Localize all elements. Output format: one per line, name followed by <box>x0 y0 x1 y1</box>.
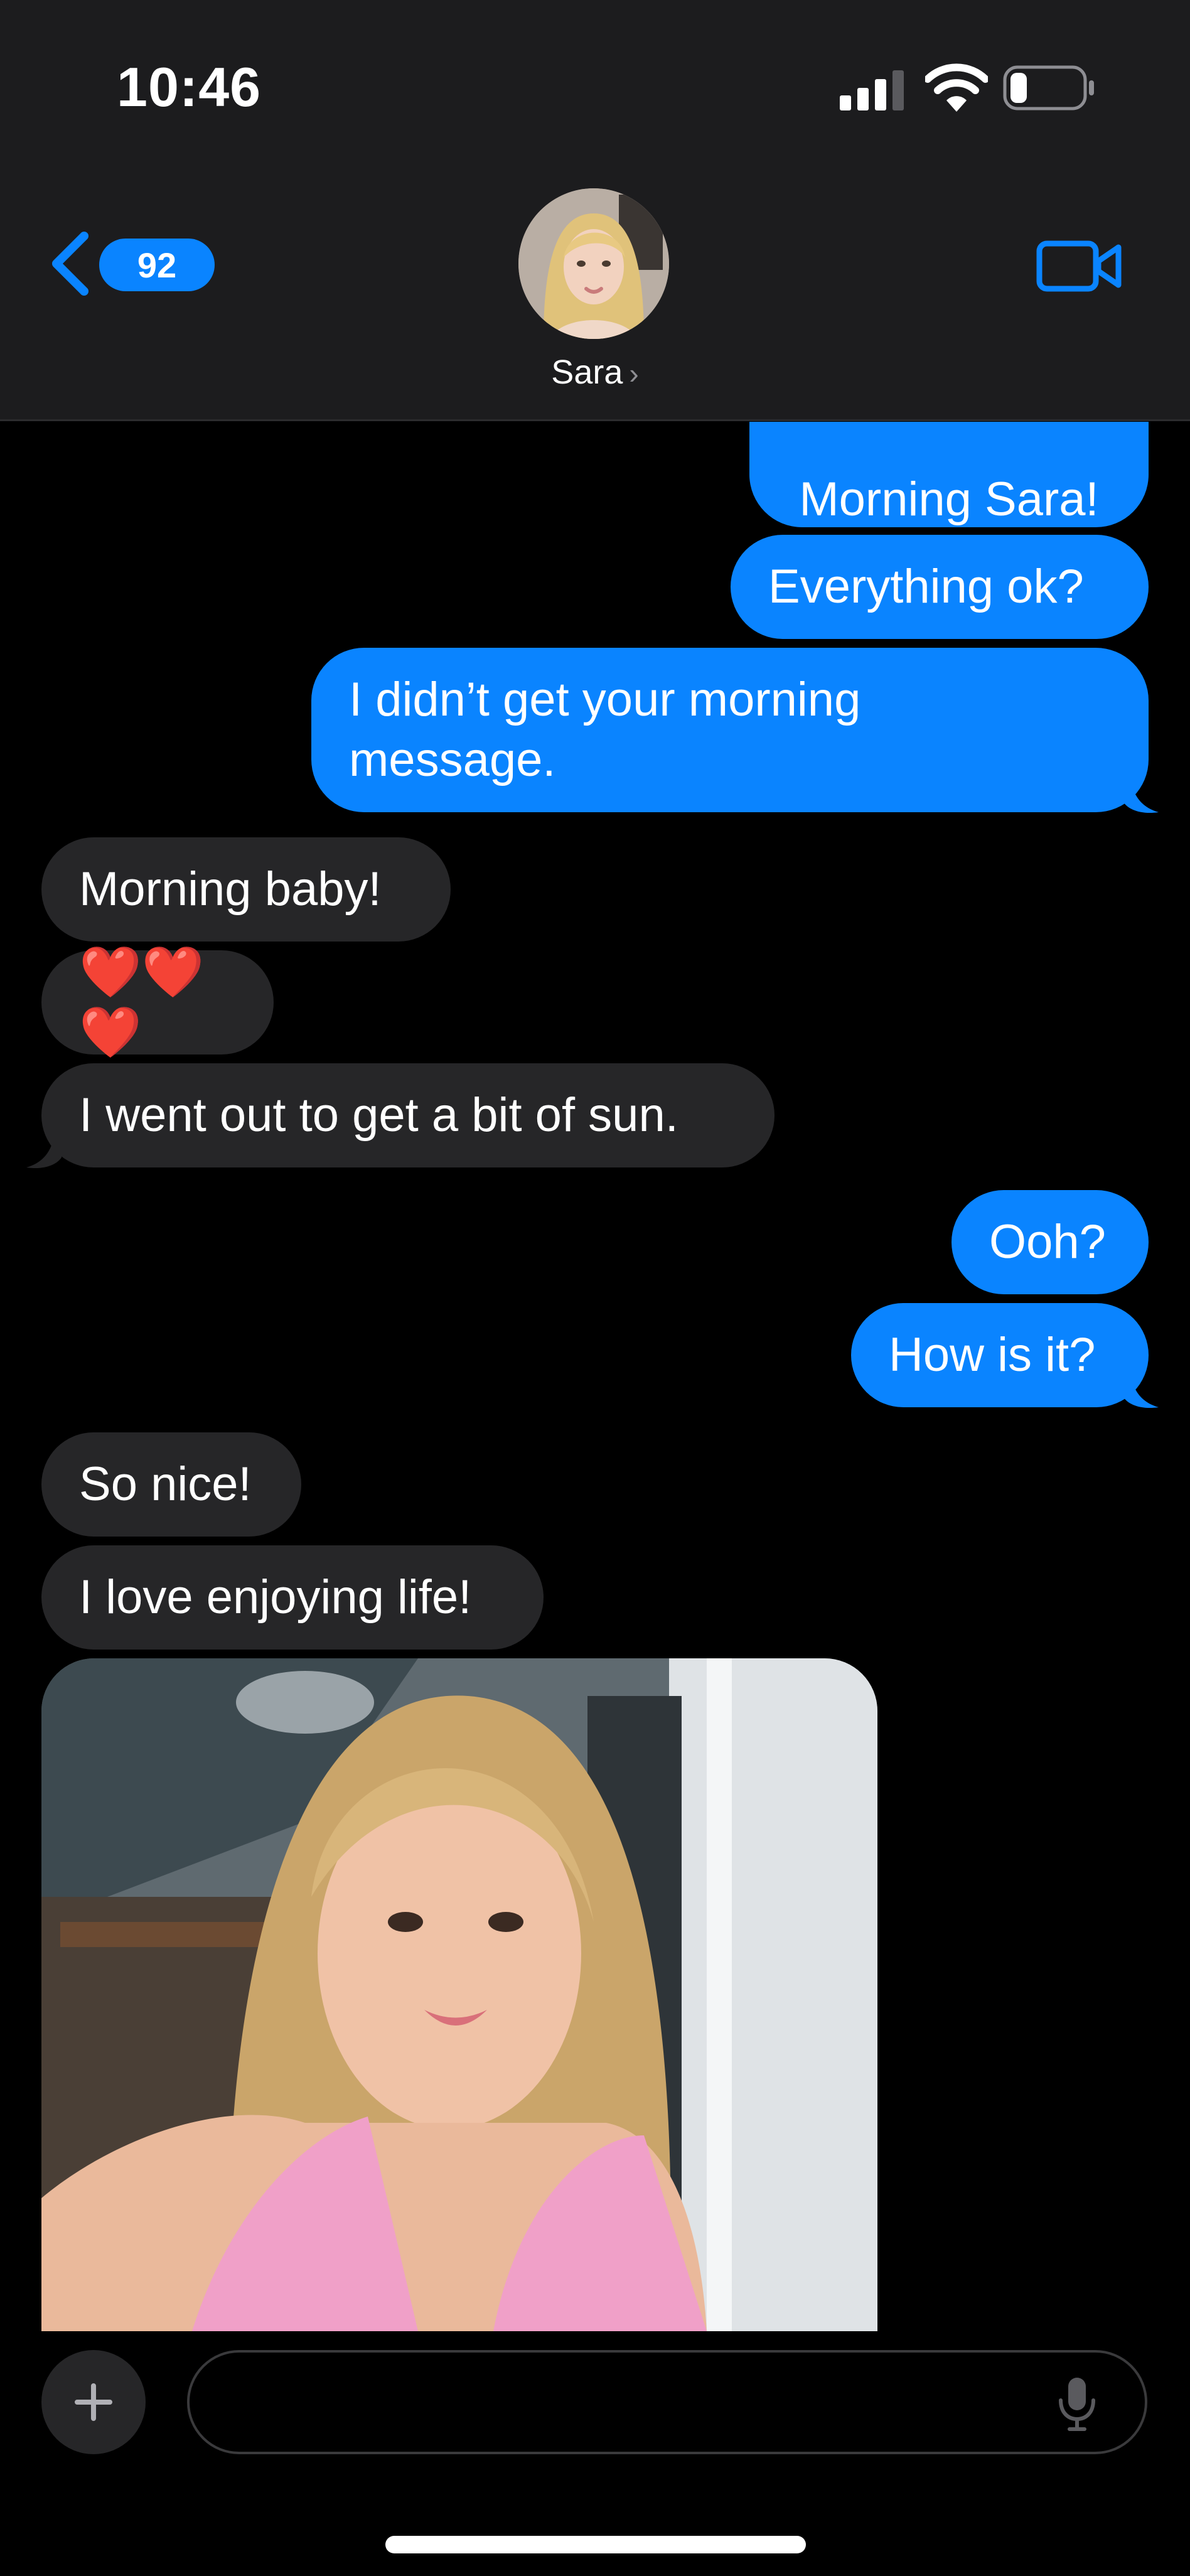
battery-icon <box>1003 65 1094 110</box>
contact-name-button[interactable]: Sara › <box>0 353 1190 392</box>
chevron-right-icon: › <box>629 357 639 390</box>
message-text: I love enjoying life! <box>79 1570 472 1624</box>
message-bubble-sent[interactable]: I didn’t get your morning message. <box>311 648 1149 812</box>
home-indicator[interactable] <box>385 2536 806 2553</box>
message-bubble-sent[interactable]: Everything ok? <box>731 535 1149 639</box>
message-input[interactable] <box>187 2350 1147 2454</box>
conversation-header: 10:46 92 Sara › <box>0 0 1190 421</box>
bubble-tail <box>26 1126 62 1169</box>
plus-icon <box>75 2383 112 2421</box>
photo-message[interactable] <box>41 1658 877 2331</box>
message-text: I went out to get a bit of sun. <box>79 1088 678 1142</box>
message-text: So nice! <box>79 1457 252 1511</box>
message-text: ❤️❤️❤️ <box>79 944 205 1060</box>
signal-icon <box>840 70 904 110</box>
bubble-tail <box>1123 771 1159 813</box>
message-text: I didn’t get your morning message. <box>349 673 861 786</box>
message-bubble-sent[interactable]: Morning Sara! <box>749 422 1149 527</box>
message-bubble-received[interactable]: So nice! <box>41 1432 301 1537</box>
wifi-icon <box>925 63 988 112</box>
message-bubble-received[interactable]: Morning baby! <box>41 837 451 942</box>
avatar-image <box>518 188 669 339</box>
message-text: Morning Sara! <box>799 473 1099 526</box>
message-text: Everything ok? <box>768 560 1084 613</box>
message-text: Morning baby! <box>79 862 382 916</box>
back-chevron-icon <box>52 232 88 296</box>
unread-count-badge: 92 <box>99 239 215 291</box>
status-time: 10:46 <box>117 56 262 118</box>
contact-avatar[interactable] <box>518 188 669 339</box>
photo-image <box>41 1658 877 2331</box>
message-bubble-received[interactable]: ❤️❤️❤️ <box>41 944 274 1060</box>
message-bubble-received[interactable]: I went out to get a bit of sun. <box>41 1063 775 1167</box>
message-text: How is it? <box>889 1328 1096 1382</box>
microphone-icon[interactable] <box>1057 2375 1097 2433</box>
message-bubble-received[interactable]: I love enjoying life! <box>41 1545 544 1650</box>
message-text: Ooh? <box>989 1215 1106 1269</box>
add-attachment-button[interactable] <box>41 2350 146 2454</box>
back-button[interactable]: 92 <box>48 226 215 301</box>
message-bubble-sent[interactable]: How is it? <box>851 1303 1149 1407</box>
video-call-icon[interactable] <box>1036 235 1123 298</box>
contact-name: Sara <box>551 353 623 391</box>
bubble-tail <box>1123 1366 1159 1409</box>
message-bubble-sent[interactable]: Ooh? <box>951 1190 1149 1294</box>
